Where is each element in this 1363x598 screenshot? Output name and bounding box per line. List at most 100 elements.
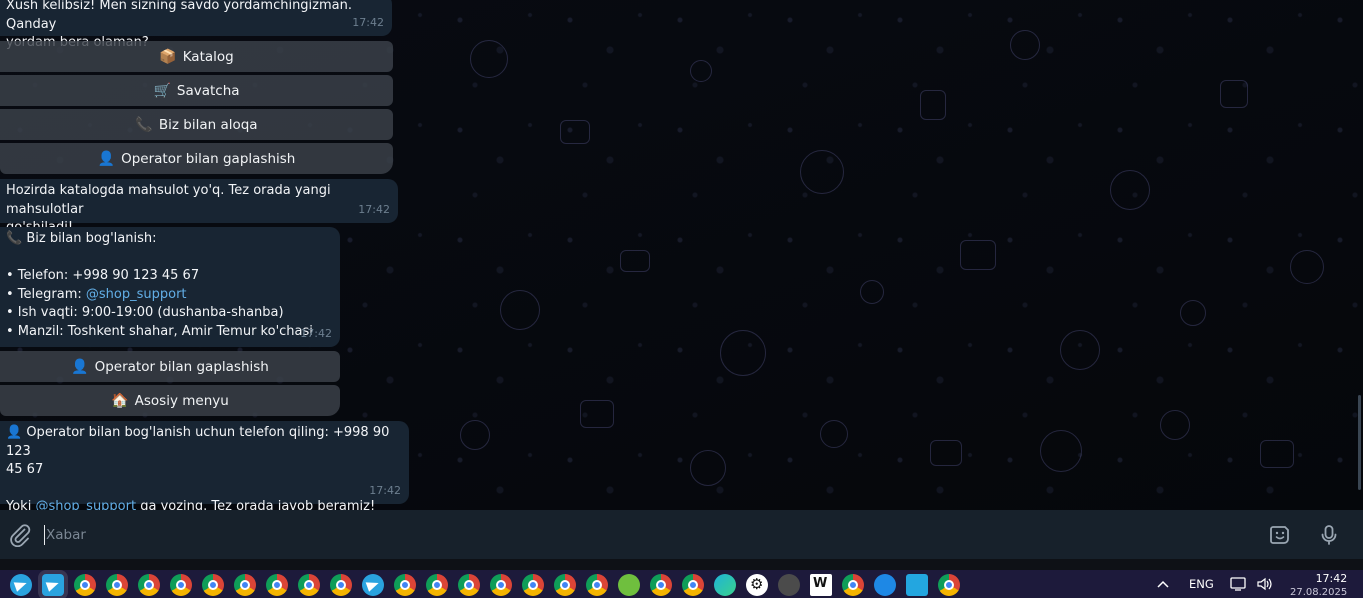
message-bubble-operator: 👤 Operator bilan bog'lanish uchun telefo… — [0, 421, 409, 514]
button-label: Operator bilan gaplashish — [121, 150, 296, 167]
chrome-icon[interactable] — [490, 574, 512, 596]
sticker-icon[interactable] — [1268, 523, 1292, 547]
chrome-icon[interactable] — [426, 574, 448, 596]
doodle-icon — [500, 290, 540, 330]
contact-hours: • Ish vaqti: 9:00-19:00 (dushanba-shanba… — [6, 305, 284, 320]
message-time: 17:42 — [352, 15, 384, 29]
telegram-icon[interactable] — [362, 574, 384, 596]
contact-button[interactable]: 📞 Biz bilan aloqa — [0, 109, 393, 140]
chrome-icon[interactable] — [842, 574, 864, 596]
message-heading: 📞 Biz bilan bog'lanish: — [6, 230, 334, 249]
system-clock[interactable]: 17:42 27.08.2025 — [1290, 572, 1347, 598]
composer-bar — [0, 510, 1363, 559]
doodle-icon — [470, 40, 508, 78]
chrome-icon[interactable] — [458, 574, 480, 596]
chevron-up-icon[interactable] — [1156, 570, 1170, 598]
doodle-icon — [1040, 430, 1082, 472]
taskbar-apps — [10, 574, 960, 596]
operator-line2: 45 67 — [6, 462, 44, 477]
operator-button[interactable]: 👤 Operator bilan gaplashish — [0, 143, 393, 174]
chrome-icon[interactable] — [202, 574, 224, 596]
microphone-icon[interactable] — [1317, 523, 1341, 547]
operator-line1: Operator bilan bog'lanish uchun telefon … — [6, 425, 390, 459]
doodle-icon — [460, 420, 490, 450]
doodle-icon — [1160, 410, 1190, 440]
doodle-icon — [1110, 170, 1150, 210]
chrome-icon[interactable] — [650, 574, 672, 596]
message-time: 17:42 — [369, 483, 401, 497]
chrome-icon[interactable] — [586, 574, 608, 596]
user-icon: 👤 — [6, 425, 23, 440]
chrome-icon[interactable] — [938, 574, 960, 596]
doodle-icon — [1180, 300, 1206, 326]
contact-heading: Biz bilan bog'lanish: — [26, 231, 157, 246]
doodle-icon — [1010, 30, 1040, 60]
volume-icon[interactable] — [1256, 570, 1274, 598]
windows-taskbar: ENG 17:42 27.08.2025 — [0, 570, 1363, 598]
notepad-icon[interactable] — [906, 574, 928, 596]
message-bubble-greeting: Xush kelibsiz! Men sizning savdo yordamc… — [0, 0, 392, 50]
telegram-link[interactable]: @shop_support — [86, 287, 187, 302]
chrome-icon[interactable] — [298, 574, 320, 596]
scrollbar-thumb[interactable] — [1358, 395, 1361, 490]
doodle-icon — [690, 60, 712, 82]
message-time: 17:42 — [300, 326, 332, 340]
duolingo-icon[interactable] — [618, 574, 640, 596]
telegram-active-icon[interactable] — [42, 574, 64, 596]
user-icon: 👤 — [71, 358, 89, 375]
clock-time: 17:42 — [1315, 572, 1348, 585]
chatgpt-icon[interactable] — [746, 574, 768, 596]
chrome-icon[interactable] — [394, 574, 416, 596]
doodle-icon — [860, 280, 884, 304]
button-label: Katalog — [182, 48, 234, 65]
contact-phone: • Telefon: +998 90 123 45 67 — [6, 268, 200, 283]
app-icon[interactable] — [778, 574, 800, 596]
chrome-icon[interactable] — [106, 574, 128, 596]
app-icon[interactable] — [810, 574, 832, 596]
button-label: Savatcha — [176, 82, 240, 99]
operator-button[interactable]: 👤 Operator bilan gaplashish — [0, 351, 340, 382]
doodle-icon — [820, 420, 848, 448]
contact-address: • Manzil: Toshkent shahar, Amir Temur ko… — [6, 323, 313, 339]
catalog-button[interactable]: 📦 Katalog — [0, 41, 393, 72]
doodle-icon — [920, 90, 946, 120]
phone-icon: 📞 — [6, 231, 23, 246]
doodle-icon — [1220, 80, 1248, 108]
package-icon: 📦 — [159, 48, 177, 65]
message-input[interactable] — [44, 525, 1244, 545]
doodle-icon — [930, 440, 962, 466]
telegram-window: Xush kelibsiz! Men sizning savdo yordamc… — [0, 0, 1363, 598]
chrome-icon[interactable] — [74, 574, 96, 596]
language-indicator[interactable]: ENG — [1189, 570, 1214, 598]
chrome-icon[interactable] — [170, 574, 192, 596]
telegram-icon[interactable] — [10, 574, 32, 596]
edge-icon[interactable] — [714, 574, 736, 596]
doodle-icon — [960, 240, 996, 270]
network-icon[interactable] — [1230, 570, 1248, 598]
button-label: Operator bilan gaplashish — [94, 358, 269, 375]
chrome-icon[interactable] — [138, 574, 160, 596]
doodle-icon — [1260, 440, 1294, 468]
cart-button[interactable]: 🛒 Savatcha — [0, 75, 393, 106]
message-text: 👤 Operator bilan bog'lanish uchun telefo… — [6, 424, 403, 461]
chrome-icon[interactable] — [554, 574, 576, 596]
message-bubble-contact: 📞 Biz bilan bog'lanish: • Telefon: +998 … — [0, 227, 340, 347]
chrome-icon[interactable] — [522, 574, 544, 596]
cart-icon: 🛒 — [153, 82, 171, 99]
message-bubble-catalog-empty: Hozirda katalogda mahsulot yo'q. Tez ora… — [0, 179, 398, 235]
doodle-icon — [580, 400, 614, 428]
user-icon: 👤 — [97, 150, 116, 167]
main-menu-button[interactable]: 🏠 Asosiy menyu — [0, 385, 340, 416]
doodle-icon — [800, 150, 844, 194]
button-label: Asosiy menyu — [134, 392, 229, 409]
chrome-icon[interactable] — [266, 574, 288, 596]
contact-telegram-prefix: • Telegram: — [6, 286, 86, 302]
chrome-icon[interactable] — [682, 574, 704, 596]
doodle-icon — [620, 250, 650, 272]
chrome-icon[interactable] — [330, 574, 352, 596]
doodle-icon — [690, 450, 726, 486]
chrome-icon[interactable] — [234, 574, 256, 596]
app-icon[interactable] — [874, 574, 896, 596]
message-text: Xush kelibsiz! Men sizning savdo yordamc… — [6, 0, 352, 32]
paperclip-icon[interactable] — [8, 523, 32, 547]
